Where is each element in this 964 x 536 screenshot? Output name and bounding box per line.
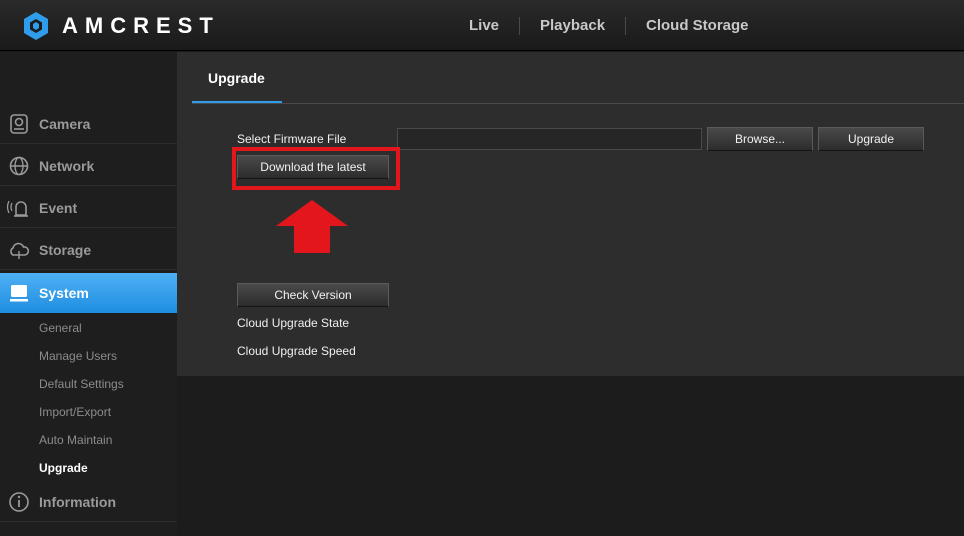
sidebar-subitem-upgrade[interactable]: Upgrade bbox=[39, 461, 88, 475]
tab-upgrade[interactable]: Upgrade bbox=[192, 52, 282, 104]
firmware-file-label: Select Firmware File bbox=[237, 132, 347, 146]
amcrest-logo-icon bbox=[24, 12, 48, 40]
upgrade-button[interactable]: Upgrade bbox=[818, 127, 924, 151]
sidebar-item-label: Storage bbox=[39, 241, 92, 258]
sidebar-item-label: Information bbox=[39, 493, 116, 510]
sidebar-item-label: System bbox=[39, 285, 89, 301]
sidebar: Camera Network Event Storage System Gene… bbox=[0, 52, 186, 536]
sidebar-subitem-import-export[interactable]: Import/Export bbox=[39, 405, 111, 419]
info-icon bbox=[9, 491, 29, 512]
sidebar-subitem-auto-maintain[interactable]: Auto Maintain bbox=[39, 433, 112, 447]
red-arrow-up-icon bbox=[276, 200, 348, 253]
sidebar-item-storage[interactable]: Storage bbox=[0, 230, 177, 270]
tab-label: Upgrade bbox=[208, 70, 265, 86]
brand-name: AMCREST bbox=[62, 13, 220, 38]
nav-separator bbox=[625, 17, 626, 35]
sidebar-subitem-default-settings[interactable]: Default Settings bbox=[39, 377, 124, 391]
globe-icon bbox=[9, 156, 29, 175]
sidebar-item-label: Camera bbox=[39, 115, 91, 132]
cloud-icon bbox=[10, 242, 30, 259]
sidebar-item-event[interactable]: Event bbox=[0, 188, 177, 228]
sidebar-item-information[interactable]: Information bbox=[0, 482, 177, 522]
camera-icon bbox=[10, 113, 28, 134]
nav-cloud-storage[interactable]: Cloud Storage bbox=[646, 17, 749, 34]
tab-divider bbox=[192, 103, 964, 104]
sidebar-subitem-manage-users[interactable]: Manage Users bbox=[39, 349, 117, 363]
sidebar-item-label: Event bbox=[39, 199, 78, 216]
check-version-button[interactable]: Check Version bbox=[237, 283, 389, 307]
firmware-file-input[interactable] bbox=[397, 128, 702, 150]
nav-separator bbox=[519, 17, 520, 35]
nav-live[interactable]: Live bbox=[469, 17, 499, 34]
monitor-icon bbox=[10, 285, 28, 302]
sidebar-item-network[interactable]: Network bbox=[0, 146, 177, 186]
cloud-upgrade-speed-label: Cloud Upgrade Speed bbox=[237, 344, 356, 358]
cloud-upgrade-state-label: Cloud Upgrade State bbox=[237, 316, 350, 330]
top-bar: AMCREST Live Playback Cloud Storage bbox=[0, 0, 964, 51]
alarm-icon bbox=[6, 200, 28, 217]
sidebar-item-system[interactable]: System bbox=[0, 273, 186, 313]
annotation-highlight-box bbox=[232, 147, 400, 190]
sidebar-item-label: Network bbox=[39, 157, 95, 174]
sidebar-item-camera[interactable]: Camera bbox=[0, 104, 177, 144]
browse-button[interactable]: Browse... bbox=[707, 127, 813, 151]
sidebar-subitem-general[interactable]: General bbox=[39, 321, 82, 335]
logo: AMCREST bbox=[22, 11, 220, 41]
nav-playback[interactable]: Playback bbox=[540, 17, 605, 34]
